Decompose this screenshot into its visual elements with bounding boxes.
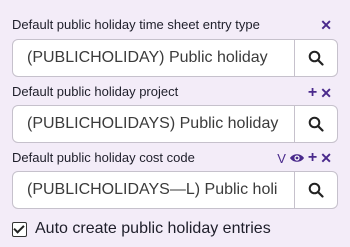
auto-create-checkbox[interactable] xyxy=(12,221,27,237)
search-icon xyxy=(308,50,324,66)
search-icon xyxy=(308,182,324,198)
auto-create-row: Auto create public holiday entries xyxy=(12,220,271,238)
project-field xyxy=(12,105,338,143)
cost-code-input[interactable] xyxy=(13,172,294,208)
time-sheet-entry-type-input[interactable] xyxy=(13,40,294,76)
cost-code-search-button[interactable] xyxy=(294,172,337,208)
x-icon[interactable]: ✕ xyxy=(320,18,332,32)
auto-create-label[interactable]: Auto create public holiday entries xyxy=(35,220,271,238)
x-icon[interactable]: ✕ xyxy=(320,86,332,100)
eye-icon[interactable] xyxy=(289,152,305,164)
time-sheet-entry-type-search-button[interactable] xyxy=(294,40,337,76)
field-label-cost-code: Default public holiday cost code xyxy=(12,150,195,165)
project-search-button[interactable] xyxy=(294,106,337,142)
field-label-time-sheet-entry-type: Default public holiday time sheet entry … xyxy=(12,17,260,32)
plus-icon[interactable]: + xyxy=(308,85,317,101)
project-input[interactable] xyxy=(13,106,294,142)
field-label-project: Default public holiday project xyxy=(12,84,179,99)
cost-code-field xyxy=(12,171,338,209)
field-actions-project: + ✕ xyxy=(308,85,332,101)
field-actions-cost-code: V + ✕ xyxy=(277,150,332,166)
plus-icon[interactable]: + xyxy=(308,150,317,166)
time-sheet-entry-type-field xyxy=(12,39,338,77)
x-icon[interactable]: ✕ xyxy=(320,151,332,165)
v-icon[interactable]: V xyxy=(277,152,286,165)
search-icon xyxy=(308,116,324,132)
field-actions-time-sheet-entry-type: ✕ xyxy=(320,18,332,32)
